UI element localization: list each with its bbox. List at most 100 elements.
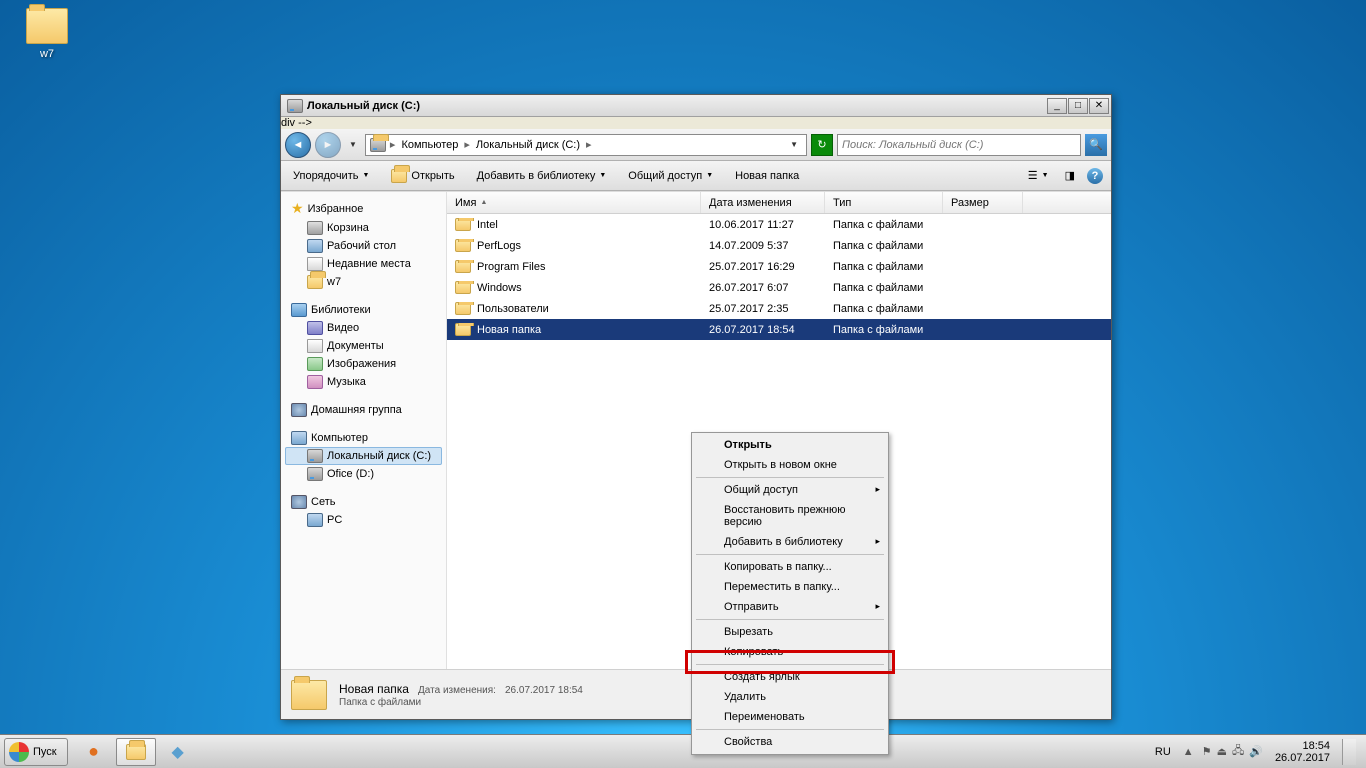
taskbar-firefox[interactable]: ● [74,738,114,766]
action-center-icon[interactable]: ⚑ [1202,745,1212,758]
ctx-move-to-folder[interactable]: Переместить в папку... [694,577,886,597]
forward-button[interactable]: ► [315,132,341,158]
firefox-icon: ● [88,741,99,762]
help-icon[interactable]: ? [1087,168,1103,184]
ctx-send-to[interactable]: Отправить [694,597,886,617]
search-button[interactable]: 🔍 [1085,134,1107,156]
ctx-copy-to-folder[interactable]: Копировать в папку... [694,557,886,577]
file-name: Windows [477,282,522,294]
ctx-properties[interactable]: Свойства [694,732,886,752]
view-options-button[interactable]: ☰ ▼ [1024,167,1053,184]
desktop-icon-w7[interactable]: w7 [12,8,82,60]
sidebar-item-drive-d[interactable]: Ofice (D:) [285,465,442,483]
sidebar-item-recycle-bin[interactable]: Корзина [285,219,442,237]
volume-icon[interactable]: 🔊 [1249,745,1263,758]
back-button[interactable]: ◄ [285,132,311,158]
file-name: PerfLogs [477,240,521,252]
folder-icon [307,275,323,289]
clock[interactable]: 18:54 26.07.2017 [1271,740,1334,764]
sidebar-homegroup[interactable]: Домашняя группа [285,401,442,419]
sidebar-favorites[interactable]: ★Избранное [285,198,442,219]
language-indicator[interactable]: RU [1151,744,1175,760]
column-header-name[interactable]: Имя▲ [447,192,701,213]
organize-menu[interactable]: Упорядочить ▼ [289,168,373,184]
column-header-type[interactable]: Тип [825,192,943,213]
navigation-pane: ★Избранное Корзина Рабочий стол Недавние… [281,192,447,669]
taskbar-explorer[interactable] [116,738,156,766]
file-row[interactable]: Пользователи25.07.2017 2:35Папка с файла… [447,298,1111,319]
search-input[interactable] [838,139,1080,151]
library-icon [291,303,307,317]
command-bar: Упорядочить ▼ Открыть Добавить в библиот… [281,161,1111,191]
show-desktop-button[interactable] [1342,739,1356,765]
address-bar[interactable]: ▸ Компьютер ▸ Локальный диск (C:) ▸ ▼ [365,134,807,156]
details-meta-value: 26.07.2017 18:54 [505,685,583,696]
titlebar[interactable]: Локальный диск (C:) _ □ ✕ [281,95,1111,117]
new-folder-button[interactable]: Новая папка [731,168,803,184]
search-box[interactable] [837,134,1081,156]
ctx-add-to-library[interactable]: Добавить в библиотеку [694,532,886,552]
network-icon[interactable]: 🖧 [1232,742,1244,761]
breadcrumb-root[interactable]: Компьютер [399,139,460,151]
folder-icon [455,260,471,273]
sidebar-item-desktop[interactable]: Рабочий стол [285,237,442,255]
file-type: Папка с файлами [825,303,943,315]
safely-remove-icon[interactable]: ⏏ [1217,745,1227,758]
ctx-create-shortcut[interactable]: Создать ярлык [694,667,886,687]
sidebar-item-video[interactable]: Видео [285,319,442,337]
share-menu[interactable]: Общий доступ ▼ [624,168,717,184]
file-row[interactable]: Intel10.06.2017 11:27Папка с файлами [447,214,1111,235]
ctx-copy[interactable]: Копировать [694,642,886,662]
refresh-button[interactable]: ↻ [811,134,833,156]
ctx-rename[interactable]: Переименовать [694,707,886,727]
ctx-restore-version[interactable]: Восстановить прежнюю версию [694,500,886,532]
sidebar-item-drive-c[interactable]: Локальный диск (C:) [285,447,442,465]
folder-icon [291,680,327,710]
sidebar-item-music[interactable]: Музыка [285,373,442,391]
sidebar-item-documents[interactable]: Документы [285,337,442,355]
sidebar-libraries[interactable]: Библиотеки [285,301,442,319]
ctx-open[interactable]: Открыть [694,435,886,455]
file-row[interactable]: Program Files25.07.2017 16:29Папка с фай… [447,256,1111,277]
sidebar-item-pc[interactable]: PC [285,511,442,529]
ctx-delete[interactable]: Удалить [694,687,886,707]
start-button[interactable]: Пуск [4,738,68,766]
file-row[interactable]: Новая папка26.07.2017 18:54Папка с файла… [447,319,1111,340]
open-button[interactable]: Открыть [387,167,458,185]
file-name: Program Files [477,261,545,273]
column-header-date[interactable]: Дата изменения [701,192,825,213]
file-row[interactable]: Windows26.07.2017 6:07Папка с файлами [447,277,1111,298]
sidebar-network[interactable]: Сеть [285,493,442,511]
close-button[interactable]: ✕ [1089,98,1109,114]
file-date: 14.07.2009 5:37 [701,240,825,252]
desktop-icon-label: w7 [12,48,82,60]
maximize-button[interactable]: □ [1068,98,1088,114]
file-type: Папка с файлами [825,240,943,252]
file-view: Имя▲ Дата изменения Тип Размер Intel10.0… [447,192,1111,669]
taskbar-app[interactable]: ◆ [158,738,198,766]
column-headers: Имя▲ Дата изменения Тип Размер [447,192,1111,214]
sidebar-item-w7[interactable]: w7 [285,273,442,291]
column-header-size[interactable]: Размер [943,192,1023,213]
add-to-library-menu[interactable]: Добавить в библиотеку ▼ [473,168,611,184]
minimize-button[interactable]: _ [1047,98,1067,114]
music-icon [307,375,323,389]
computer-icon [291,431,307,445]
video-icon [307,321,323,335]
tray-expand-icon[interactable]: ▲ [1183,746,1194,758]
file-type: Папка с файлами [825,324,943,336]
explorer-body: ★Избранное Корзина Рабочий стол Недавние… [281,191,1111,669]
breadcrumb-current[interactable]: Локальный диск (C:) [474,139,582,151]
drive-icon [307,449,323,463]
sidebar-item-recent[interactable]: Недавние места [285,255,442,273]
ctx-open-new-window[interactable]: Открыть в новом окне [694,455,886,475]
history-dropdown[interactable]: ▼ [345,140,361,149]
address-dropdown[interactable]: ▼ [786,140,802,149]
ctx-share[interactable]: Общий доступ [694,480,886,500]
ctx-cut[interactable]: Вырезать [694,622,886,642]
file-row[interactable]: PerfLogs 14.07.2009 5:37Папка с файлами [447,235,1111,256]
folder-icon [391,169,407,183]
preview-pane-button[interactable]: ◨ [1061,167,1079,184]
sidebar-item-images[interactable]: Изображения [285,355,442,373]
sidebar-computer[interactable]: Компьютер [285,429,442,447]
